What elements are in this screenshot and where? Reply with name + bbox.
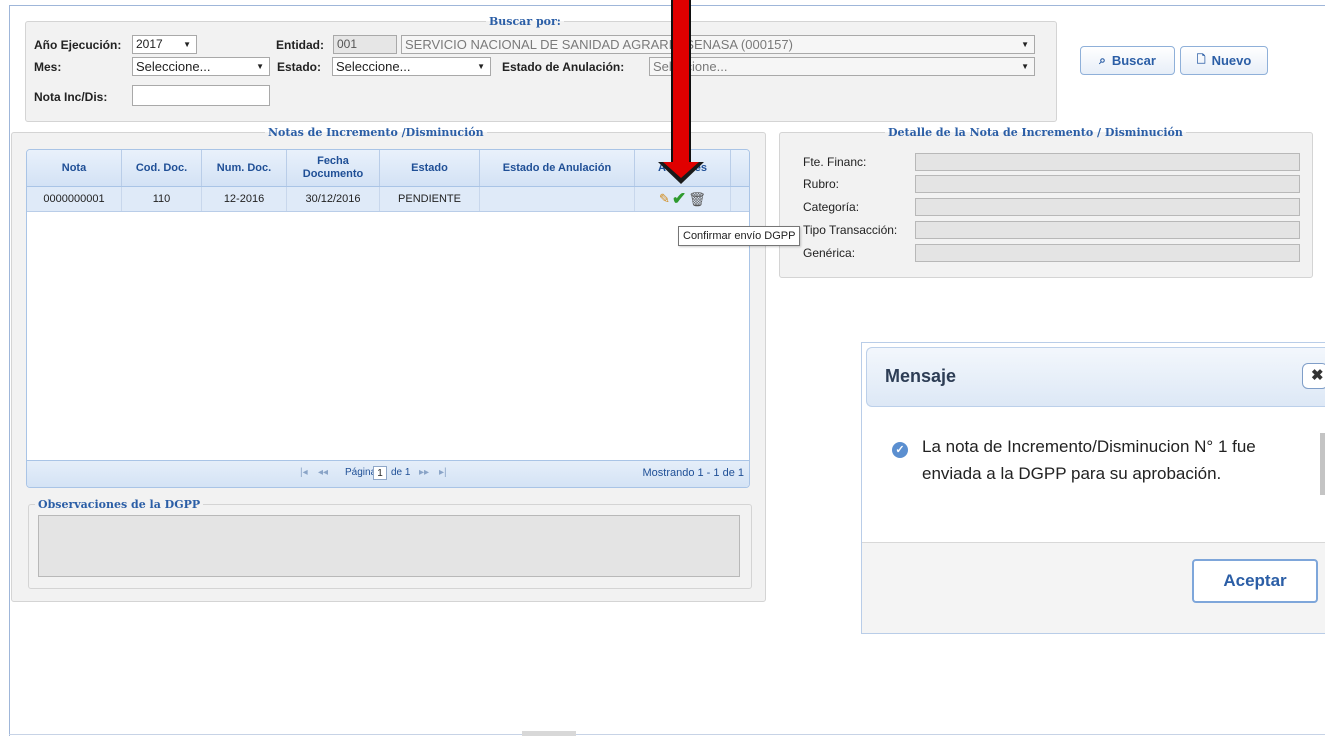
next-page-icon[interactable]: ▸▸ [419, 467, 429, 478]
resize-handle[interactable] [522, 731, 576, 736]
grid-header: Nota Cod. Doc. Num. Doc. Fecha Documento… [27, 150, 749, 187]
chevron-down-icon: ▼ [183, 40, 191, 49]
dialog-message: La nota de Incremento/Disminucion N° 1 f… [922, 437, 1256, 483]
notas-grid: Nota Cod. Doc. Num. Doc. Fecha Documento… [26, 149, 750, 488]
search-icon: ⌕ [1099, 53, 1106, 67]
search-legend: Buscar por: [489, 15, 561, 28]
annotation-arrow [671, 0, 691, 164]
anulacion-label: Estado de Anulación: [502, 60, 625, 74]
nuevo-button[interactable]: 🗋 Nuevo [1180, 46, 1268, 75]
col-anulacion[interactable]: Estado de Anulación [480, 150, 635, 186]
tipo-transaccion-label: Tipo Transacción: [803, 223, 898, 237]
grid-pager: |◂ ◂◂ Página 1 de 1 ▸▸ ▸| Mostrando 1 - … [27, 460, 749, 487]
col-nota[interactable]: Nota [27, 150, 122, 186]
col-estado[interactable]: Estado [380, 150, 480, 186]
confirm-tooltip: Confirmar envío DGPP [678, 226, 801, 246]
col-fecha[interactable]: Fecha Documento [287, 150, 380, 186]
chevron-down-icon: ▼ [1021, 40, 1029, 49]
chevron-down-icon: ▼ [1021, 62, 1029, 71]
buscar-button[interactable]: ⌕ Buscar [1080, 46, 1175, 75]
aceptar-button[interactable]: Aceptar [1192, 559, 1318, 603]
info-check-icon: ✓ [892, 442, 908, 458]
entidad-value: SERVICIO NACIONAL DE SANIDAD AGRARIA-SEN… [405, 37, 793, 52]
fte-financ-field [915, 153, 1300, 171]
trash-icon[interactable]: 🗑 [688, 191, 706, 208]
estado-select[interactable]: Seleccione... ▼ [332, 57, 491, 76]
estado-label: Estado: [277, 60, 322, 74]
chevron-down-icon: ▼ [477, 62, 485, 71]
page-input[interactable]: 1 [373, 466, 387, 480]
anulacion-select[interactable]: Seleccione...▼ [649, 57, 1035, 76]
fte-financ-label: Fte. Financ: [803, 155, 867, 169]
last-page-icon[interactable]: ▸| [439, 467, 447, 478]
nuevo-label: Nuevo [1211, 53, 1252, 68]
de-label: de 1 [391, 467, 411, 478]
observaciones-legend: Observaciones de la DGPP [38, 498, 201, 511]
cell-num-doc: 12-2016 [202, 187, 287, 211]
cell-fecha: 30/12/2016 [287, 187, 380, 211]
dialog-header: Mensaje [866, 347, 1325, 407]
detalle-legend: Detalle de la Nota de Incremento / Dismi… [888, 126, 1183, 139]
pagina-label: Página [345, 467, 377, 478]
anio-label: Año Ejecución: [34, 38, 122, 52]
nota-label: Nota Inc/Dis: [34, 90, 108, 104]
tipo-transaccion-field [915, 221, 1300, 239]
annotation-arrow-tip-fill [663, 162, 699, 178]
anio-value: 2017 [136, 37, 163, 51]
mes-value: Seleccione... [136, 59, 211, 74]
dialog-scrollbar[interactable] [1320, 433, 1325, 495]
mes-label: Mes: [34, 60, 62, 74]
new-document-icon: 🗋 [1196, 54, 1206, 66]
notas-legend: Notas de Incremento /Disminución [268, 126, 484, 139]
cell-cod-doc: 110 [122, 187, 202, 211]
chevron-down-icon: ▼ [256, 62, 264, 71]
rubro-field [915, 175, 1300, 193]
rubro-label: Rubro: [803, 177, 840, 191]
entidad-select[interactable]: SERVICIO NACIONAL DE SANIDAD AGRARIA-SEN… [401, 35, 1035, 54]
prev-page-icon[interactable]: ◂◂ [318, 467, 328, 478]
dialog-title: Mensaje [885, 366, 957, 386]
observaciones-textarea[interactable] [38, 515, 740, 577]
mes-select[interactable]: Seleccione... ▼ [132, 57, 270, 76]
cell-anulacion [480, 187, 635, 211]
entidad-label: Entidad: [276, 38, 324, 52]
anio-select[interactable]: 2017 ▼ [132, 35, 197, 54]
cell-nota: 0000000001 [27, 187, 122, 211]
col-num-doc[interactable]: Num. Doc. [202, 150, 287, 186]
buscar-label: Buscar [1111, 53, 1156, 68]
col-cod-doc[interactable]: Cod. Doc. [122, 150, 202, 186]
message-dialog: Mensaje ✖ ✓ La nota de Incremento/Dismin… [861, 342, 1325, 634]
table-row[interactable]: 0000000001 110 12-2016 30/12/2016 PENDIE… [27, 187, 749, 212]
generica-field [915, 244, 1300, 262]
cell-acciones: ✎ ✔ 🗑 [635, 187, 731, 211]
close-icon[interactable]: ✖ [1302, 363, 1325, 389]
categoria-label: Categoría: [803, 200, 860, 214]
edit-icon[interactable]: ✎ [659, 191, 670, 207]
generica-label: Genérica: [803, 246, 856, 260]
categoria-field [915, 198, 1300, 216]
bottom-divider [9, 734, 1325, 735]
mostrando-label: Mostrando 1 - 1 de 1 [642, 467, 744, 479]
entidad-code-field: 001 [333, 35, 397, 54]
nota-input[interactable] [132, 85, 270, 106]
cell-estado: PENDIENTE [380, 187, 480, 211]
confirm-check-icon[interactable]: ✔ [672, 189, 686, 209]
first-page-icon[interactable]: |◂ [300, 467, 308, 478]
estado-value: Seleccione... [336, 59, 411, 74]
